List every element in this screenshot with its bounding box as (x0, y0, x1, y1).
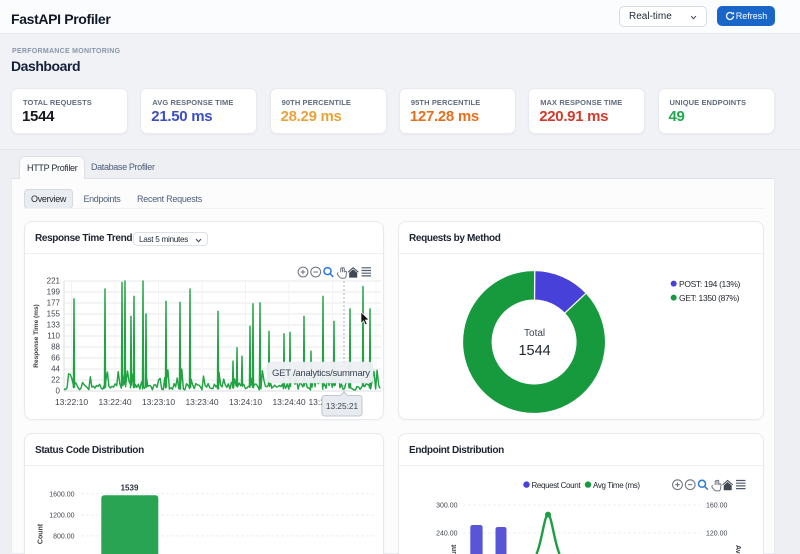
svg-text:155: 155 (47, 310, 61, 319)
svg-text:13:24:40: 13:24:40 (272, 397, 305, 407)
svg-text:240.00: 240.00 (436, 531, 458, 538)
svg-text:1544: 1544 (518, 343, 550, 359)
svg-text:13:22:10: 13:22:10 (55, 397, 88, 407)
svg-text:POST: 194 (13%): POST: 194 (13%) (679, 279, 741, 289)
svg-text:13:24:10: 13:24:10 (229, 397, 262, 407)
svg-text:1200.00: 1200.00 (49, 513, 74, 520)
svg-text:22: 22 (51, 376, 60, 385)
svg-text:13:22:40: 13:22:40 (98, 397, 131, 407)
svg-text:44: 44 (51, 365, 60, 374)
svg-text:1600.00: 1600.00 (49, 491, 74, 498)
svg-text:GET /analytics/summary: GET /analytics/summary (272, 368, 370, 379)
svg-text:Count: Count (38, 523, 45, 544)
svg-text:1539: 1539 (121, 484, 139, 493)
svg-text:Request Count: Request Count (532, 481, 582, 490)
svg-text:Response Time (ms): Response Time (ms) (33, 304, 40, 367)
svg-text:133: 133 (47, 321, 61, 330)
svg-text:GET: 1350 (87%): GET: 1350 (87%) (679, 293, 740, 303)
svg-text:13:23:40: 13:23:40 (185, 397, 218, 407)
svg-text:177: 177 (47, 299, 61, 308)
svg-text:110: 110 (47, 332, 60, 341)
svg-text:800.00: 800.00 (53, 533, 75, 540)
svg-text:88: 88 (51, 343, 60, 352)
svg-text:199: 199 (47, 288, 61, 297)
svg-text:66: 66 (51, 354, 60, 363)
svg-text:Request Count: Request Count (451, 544, 458, 554)
svg-text:13:23:10: 13:23:10 (142, 397, 175, 407)
svg-text:160.00: 160.00 (706, 503, 728, 510)
svg-text:221: 221 (47, 277, 61, 286)
svg-text:0: 0 (56, 387, 61, 396)
svg-text:13:25:21: 13:25:21 (326, 401, 359, 411)
svg-text:120.00: 120.00 (706, 531, 728, 538)
svg-text:Avg Time (ms): Avg Time (ms) (593, 481, 640, 490)
svg-text:300.00: 300.00 (436, 503, 458, 510)
svg-text:Total: Total (524, 328, 545, 339)
